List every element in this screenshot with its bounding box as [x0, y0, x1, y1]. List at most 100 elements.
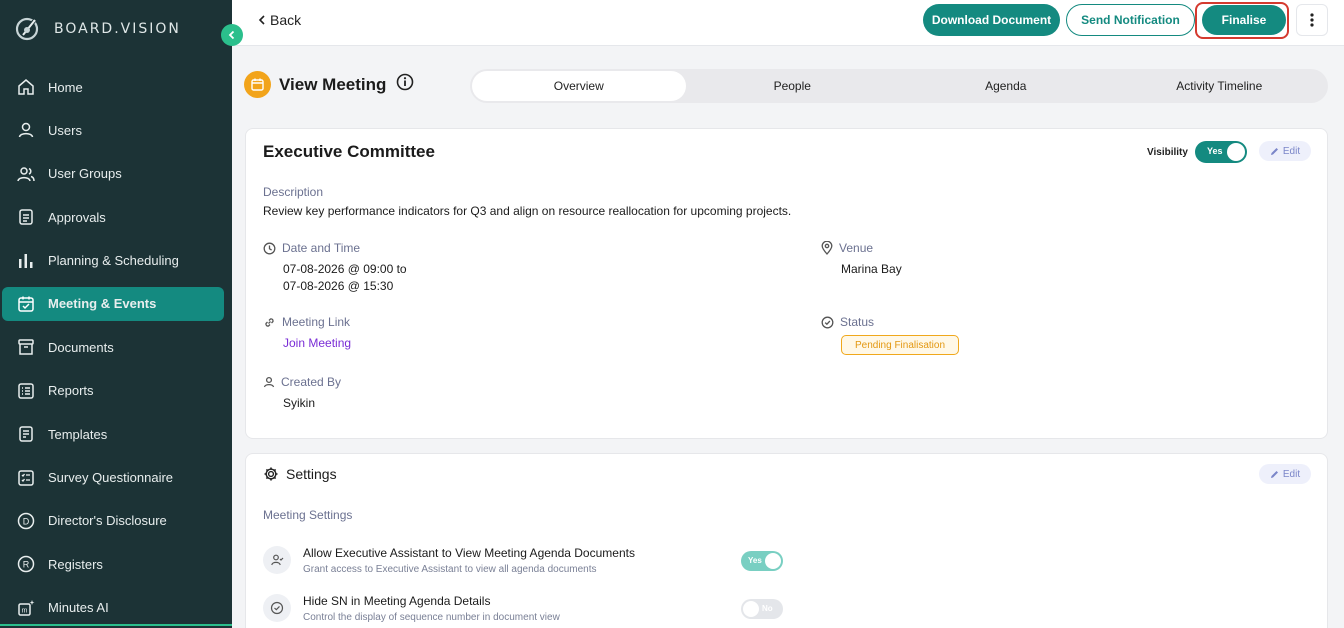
venue-label-row: Venue	[821, 241, 873, 255]
survey-icon	[16, 468, 36, 488]
visibility-label: Visibility	[1147, 146, 1188, 158]
sidebar-item-directors-disclosure[interactable]: D Director's Disclosure	[2, 504, 224, 538]
datetime-end: 07-08-2026 @ 15:30	[283, 279, 394, 293]
finalise-button[interactable]: Finalise	[1202, 5, 1286, 35]
sidebar-item-registers[interactable]: R Registers	[2, 547, 224, 581]
meeting-name: Executive Committee	[263, 142, 435, 161]
letter-d-icon: D	[16, 511, 36, 531]
location-pin-icon	[821, 241, 833, 255]
back-label: Back	[270, 12, 302, 28]
sidebar-item-minutes-ai[interactable]: m Minutes AI	[2, 591, 224, 625]
meeting-settings-label: Meeting Settings	[263, 508, 353, 522]
user-icon	[263, 376, 275, 388]
topbar: Back Download Document Send Notification…	[232, 0, 1344, 46]
more-options-button[interactable]	[1296, 4, 1328, 36]
toggle-knob	[1226, 143, 1245, 161]
sidebar-item-documents[interactable]: Documents	[2, 330, 224, 364]
sidebar-item-meeting-events[interactable]: Meeting & Events	[2, 286, 224, 321]
visibility-toggle-label: Yes	[1206, 146, 1223, 156]
sidebar-item-home[interactable]: Home	[2, 70, 224, 104]
sidebar-item-label: Templates	[48, 426, 108, 442]
view-tabs: Overview People Agenda Activity Timeline	[470, 69, 1328, 103]
edit-meeting-button[interactable]: Edit	[1259, 141, 1311, 161]
meeting-link-label-row: Meeting Link	[263, 315, 350, 329]
letter-r-icon: R	[16, 554, 36, 574]
status-label: Status	[840, 315, 875, 329]
tab-people[interactable]: People	[686, 71, 900, 101]
sidebar-item-label: Survey Questionnaire	[48, 470, 174, 486]
template-icon	[16, 424, 36, 444]
link-icon	[265, 317, 274, 327]
collapse-sidebar-button[interactable]	[221, 24, 243, 46]
bar-chart-icon	[16, 251, 36, 271]
info-icon[interactable]	[396, 73, 414, 96]
sidebar-item-user-groups[interactable]: User Groups	[2, 157, 224, 191]
datetime-start: 07-08-2026 @ 09:00 to	[283, 262, 407, 276]
brand[interactable]: BOARD.VISION	[14, 14, 181, 44]
datetime-label: Date and Time	[282, 241, 361, 255]
sidebar-item-survey[interactable]: Survey Questionnaire	[2, 461, 224, 495]
sidebar: BOARD.VISION Home Users User Groups Appr…	[0, 0, 232, 628]
brand-name: BOARD.VISION	[54, 21, 181, 37]
sidebar-item-templates[interactable]: Templates	[2, 417, 224, 451]
pencil-icon	[1270, 147, 1278, 155]
sidebar-item-label: Planning & Scheduling	[48, 253, 179, 269]
download-document-button[interactable]: Download Document	[923, 4, 1060, 36]
users-icon	[16, 164, 36, 184]
page-title: View Meeting	[279, 74, 387, 94]
sidebar-item-planning[interactable]: Planning & Scheduling	[2, 244, 224, 278]
status-label-row: Status	[821, 315, 874, 329]
tab-overview[interactable]: Overview	[472, 71, 686, 101]
sidebar-item-reports[interactable]: Reports	[2, 374, 224, 408]
toggle-label: No	[762, 604, 773, 613]
calendar-icon	[244, 71, 271, 98]
send-notification-button[interactable]: Send Notification	[1066, 4, 1195, 36]
description-text: Review key performance indicators for Q3…	[263, 204, 792, 218]
sidebar-accent-line	[0, 624, 232, 626]
status-badge: Pending Finalisation	[841, 335, 959, 355]
home-icon	[16, 77, 36, 97]
sidebar-item-label: User Groups	[48, 166, 122, 182]
svg-text:D: D	[23, 516, 30, 526]
board-vision-logo-icon	[15, 17, 39, 41]
venue-label: Venue	[839, 241, 874, 255]
edit-settings-button[interactable]: Edit	[1259, 464, 1311, 484]
sidebar-item-label: Meeting & Events	[48, 296, 157, 312]
sidebar-nav: Home Users User Groups Approvals Plannin…	[0, 70, 232, 628]
meeting-link-label: Meeting Link	[282, 315, 351, 329]
join-meeting-link[interactable]: Join Meeting	[283, 335, 351, 352]
archive-icon	[16, 337, 36, 357]
pencil-icon	[1270, 470, 1278, 478]
description-label: Description	[263, 185, 324, 199]
page-heading: View Meeting	[244, 71, 414, 98]
sidebar-item-label: Home	[48, 79, 83, 95]
datetime-label-row: Date and Time	[263, 241, 360, 255]
toggle-knob	[743, 601, 759, 617]
setting-toggle-allow-ea[interactable]: Yes	[741, 551, 783, 571]
created-by-label-row: Created By	[263, 375, 341, 389]
sidebar-item-label: Director's Disclosure	[48, 513, 167, 529]
tab-activity-timeline[interactable]: Activity Timeline	[1113, 71, 1327, 101]
list-icon	[16, 381, 36, 401]
sidebar-item-users[interactable]: Users	[2, 113, 224, 147]
tab-agenda[interactable]: Agenda	[899, 71, 1113, 101]
calendar-check-icon	[16, 294, 36, 314]
sidebar-item-label: Documents	[48, 339, 114, 355]
sidebar-item-approvals[interactable]: Approvals	[2, 200, 224, 234]
sidebar-item-label: Registers	[48, 556, 103, 572]
visibility-toggle[interactable]: Yes	[1194, 141, 1247, 163]
back-link[interactable]: Back	[258, 12, 301, 28]
setting-description: Control the display of sequence number i…	[303, 612, 560, 623]
setting-hide-sn: Hide SN in Meeting Agenda Details Contro…	[263, 594, 803, 628]
setting-toggle-hide-sn[interactable]: No	[741, 599, 783, 619]
setting-allow-ea-view: Allow Executive Assistant to View Meetin…	[263, 546, 803, 580]
created-by-value: Syikin	[283, 396, 316, 410]
toggle-label: Yes	[748, 556, 762, 565]
sidebar-item-label: Approvals	[48, 209, 106, 225]
meeting-details-card: Executive Committee Visibility Yes Edit …	[245, 128, 1328, 439]
gear-icon	[264, 467, 278, 481]
edit-label: Edit	[1282, 468, 1301, 480]
check-circle-icon	[263, 594, 291, 622]
minutes-ai-icon: m	[16, 598, 36, 618]
user-icon	[16, 120, 36, 140]
